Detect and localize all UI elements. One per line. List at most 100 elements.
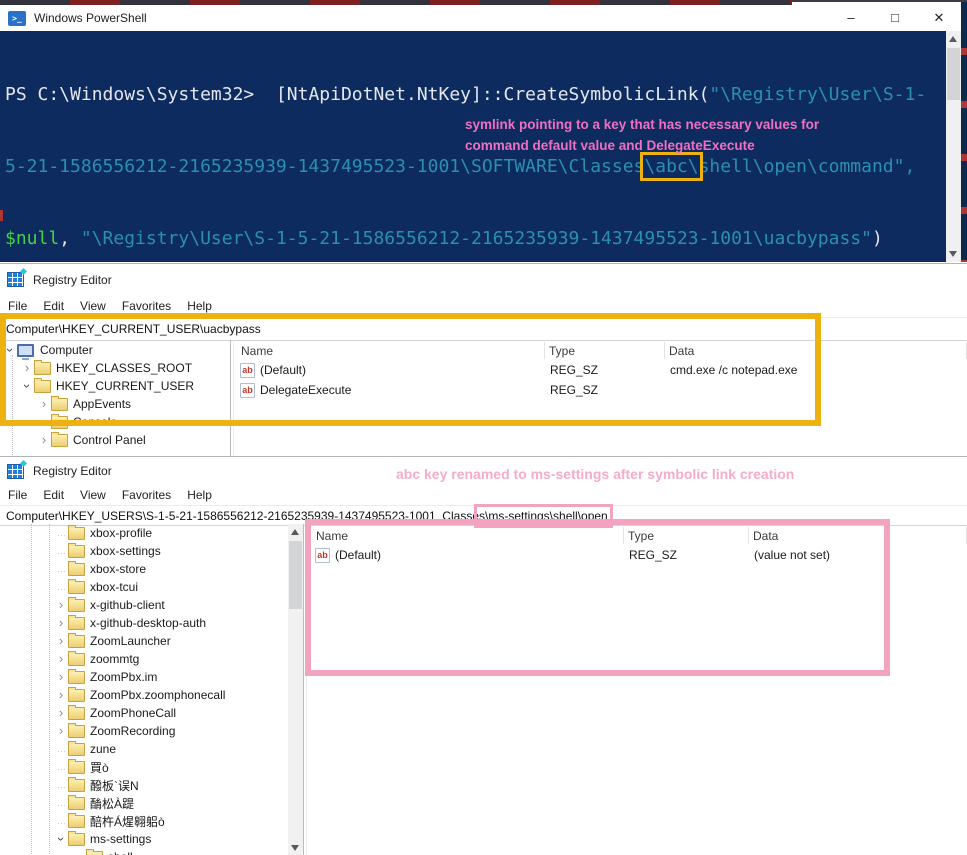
tree-item-label: ms-settings bbox=[90, 832, 151, 846]
tree-item-ms-settings[interactable]: › ms-settings bbox=[0, 830, 288, 848]
tree-item-xbox-profile[interactable]: …xbox-profile bbox=[0, 524, 288, 542]
tree-item-garbled-3[interactable]: …酳松À踶 bbox=[0, 794, 288, 812]
registry-value-row[interactable]: abDelegateExecute REG_SZ bbox=[237, 380, 967, 400]
folder-icon bbox=[68, 653, 85, 666]
menu-item-file[interactable]: File bbox=[0, 488, 35, 502]
tree-item-label: x-github-desktop-auth bbox=[90, 616, 206, 630]
folder-icon bbox=[68, 761, 85, 774]
tree-item-zoompbx-zoomphonecall[interactable]: › ZoomPbx.zoomphonecall bbox=[0, 686, 288, 704]
registry2-body: …xbox-profile …xbox-settings …xbox-store… bbox=[0, 524, 967, 855]
column-header-type[interactable]: Type bbox=[624, 527, 749, 544]
registry-value-row[interactable]: ab(Default) REG_SZ cmd.exe /c notepad.ex… bbox=[237, 360, 967, 380]
scroll-up-icon[interactable] bbox=[949, 36, 957, 42]
chevron-down-icon[interactable]: › bbox=[3, 343, 17, 357]
tree-item-xbox-tcui[interactable]: …xbox-tcui bbox=[0, 578, 288, 596]
folder-icon bbox=[68, 797, 85, 810]
chevron-down-icon[interactable]: › bbox=[72, 850, 86, 855]
computer-icon bbox=[17, 344, 34, 357]
chevron-right-icon[interactable]: › bbox=[37, 433, 51, 447]
tree-item-xbox-store[interactable]: …xbox-store bbox=[0, 560, 288, 578]
maximize-button[interactable]: □ bbox=[873, 5, 917, 31]
chevron-right-icon[interactable]: › bbox=[54, 634, 68, 648]
tree-item-zoommtg[interactable]: ›zoommtg bbox=[0, 650, 288, 668]
menu-item-favorites[interactable]: Favorites bbox=[114, 299, 179, 313]
menu-item-edit[interactable]: Edit bbox=[35, 488, 72, 502]
scrollbar-thumb[interactable] bbox=[947, 48, 960, 100]
chevron-right-icon[interactable]: › bbox=[37, 415, 51, 429]
tree-item-x-github-client[interactable]: ›x-github-client bbox=[0, 596, 288, 614]
chevron-down-icon[interactable]: › bbox=[54, 832, 68, 846]
tree-item-xbox-settings[interactable]: …xbox-settings bbox=[0, 542, 288, 560]
tree-item-zoomphonecall[interactable]: › ZoomPhoneCall bbox=[0, 704, 288, 722]
address-highlight-box: s\ms-settings\shell\open bbox=[479, 509, 608, 523]
registry2-address-bar[interactable]: Computer\HKEY_USERS\S-1-5-21-1586556212-… bbox=[0, 506, 967, 526]
column-header-data[interactable]: Data bbox=[665, 342, 967, 359]
console-scrollbar[interactable] bbox=[946, 31, 961, 262]
pane-splitter[interactable] bbox=[230, 340, 231, 457]
column-header-data[interactable]: Data bbox=[749, 527, 967, 544]
chevron-right-icon[interactable]: › bbox=[37, 397, 51, 411]
tree-scrollbar[interactable] bbox=[288, 524, 303, 855]
close-button[interactable]: ✕ bbox=[917, 5, 961, 31]
abc-highlight-box: \abc\ bbox=[644, 156, 698, 177]
tree-item-hkey-classes-root[interactable]: › HKEY_CLASSES_ROOT bbox=[0, 359, 230, 377]
tree-item-label: Computer bbox=[40, 343, 93, 357]
tree-item-zune[interactable]: …zune bbox=[0, 740, 288, 758]
column-header-type[interactable]: Type bbox=[545, 342, 665, 359]
tree-item-label: ZoomPbx.zoomphonecall bbox=[90, 688, 225, 702]
chevron-right-icon[interactable]: › bbox=[54, 688, 68, 702]
menu-item-view[interactable]: View bbox=[72, 488, 114, 502]
tree-item-appevents[interactable]: › AppEvents bbox=[0, 395, 230, 413]
chevron-right-icon[interactable]: › bbox=[54, 616, 68, 630]
powershell-titlebar[interactable]: >_ Windows PowerShell – □ ✕ bbox=[0, 5, 961, 31]
scroll-down-icon[interactable] bbox=[949, 251, 957, 257]
registry2-menubar: File Edit View Favorites Help bbox=[0, 485, 967, 506]
value-name: DelegateExecute bbox=[260, 383, 351, 397]
column-header-name[interactable]: Name bbox=[237, 342, 545, 359]
chevron-right-icon[interactable]: › bbox=[54, 652, 68, 666]
chevron-right-icon[interactable]: › bbox=[54, 670, 68, 684]
menu-item-help[interactable]: Help bbox=[179, 488, 220, 502]
menu-item-file[interactable]: File bbox=[0, 299, 35, 313]
menu-item-favorites[interactable]: Favorites bbox=[114, 488, 179, 502]
registry1-titlebar[interactable]: Registry Editor bbox=[0, 264, 967, 295]
tree-item-zoomrecording[interactable]: ›ZoomRecording bbox=[0, 722, 288, 740]
column-header-name[interactable]: Name bbox=[312, 527, 624, 544]
tree-item-shell[interactable]: ›shell bbox=[0, 848, 288, 855]
tree-item-label: ZoomPhoneCall bbox=[90, 706, 176, 720]
tree-item-zoompbx-im[interactable]: ›ZoomPbx.im bbox=[0, 668, 288, 686]
tree-item-zoomlauncher[interactable]: ›ZoomLauncher bbox=[0, 632, 288, 650]
chevron-right-icon[interactable]: › bbox=[54, 706, 68, 720]
tree-item-label: AppEvents bbox=[73, 397, 131, 411]
registry-editor-window-1: Registry Editor File Edit View Favorites… bbox=[0, 263, 967, 457]
tree-item-computer[interactable]: › Computer bbox=[0, 341, 230, 359]
folder-icon bbox=[68, 527, 85, 540]
annotation-line-1: symlink pointing to a key that has neces… bbox=[465, 114, 819, 135]
tree-item-garbled-4[interactable]: …醅杵Á煋翱躳ò bbox=[0, 812, 288, 830]
minimize-button[interactable]: – bbox=[829, 5, 873, 31]
tree-item-x-github-desktop-auth[interactable]: › x-github-desktop-auth bbox=[0, 614, 288, 632]
menu-item-edit[interactable]: Edit bbox=[35, 299, 72, 313]
chevron-right-icon[interactable]: › bbox=[54, 724, 68, 738]
tree-item-label: HKEY_CLASSES_ROOT bbox=[56, 361, 192, 375]
chevron-right-icon[interactable]: › bbox=[20, 361, 34, 375]
scroll-up-icon[interactable] bbox=[291, 529, 299, 535]
menu-item-help[interactable]: Help bbox=[179, 299, 220, 313]
chevron-right-icon[interactable]: › bbox=[54, 598, 68, 612]
chevron-down-icon[interactable]: › bbox=[20, 379, 34, 393]
tree-item-control-panel[interactable]: › Control Panel bbox=[0, 431, 230, 449]
tree-guide-line bbox=[12, 355, 13, 457]
tree-guide-line bbox=[49, 524, 50, 855]
menu-item-view[interactable]: View bbox=[72, 299, 114, 313]
registry-editor-window-2: Registry Editor File Edit View Favorites… bbox=[0, 456, 967, 855]
registry-value-row[interactable]: ab(Default) REG_SZ (value not set) bbox=[312, 545, 967, 565]
scroll-down-icon[interactable] bbox=[291, 845, 299, 851]
tree-item-garbled-2[interactable]: …醱板`误N bbox=[0, 776, 288, 794]
scrollbar-thumb[interactable] bbox=[289, 541, 302, 609]
folder-icon bbox=[51, 434, 68, 447]
registry1-address-bar[interactable]: Computer\HKEY_CURRENT_USER\uacbypass bbox=[0, 318, 967, 341]
tree-item-hkey-current-user[interactable]: › HKEY_CURRENT_USER bbox=[0, 377, 230, 395]
tree-item-garbled-1[interactable]: …買ò bbox=[0, 758, 288, 776]
tree-item-console[interactable]: › Console bbox=[0, 413, 230, 431]
folder-icon bbox=[51, 398, 68, 411]
